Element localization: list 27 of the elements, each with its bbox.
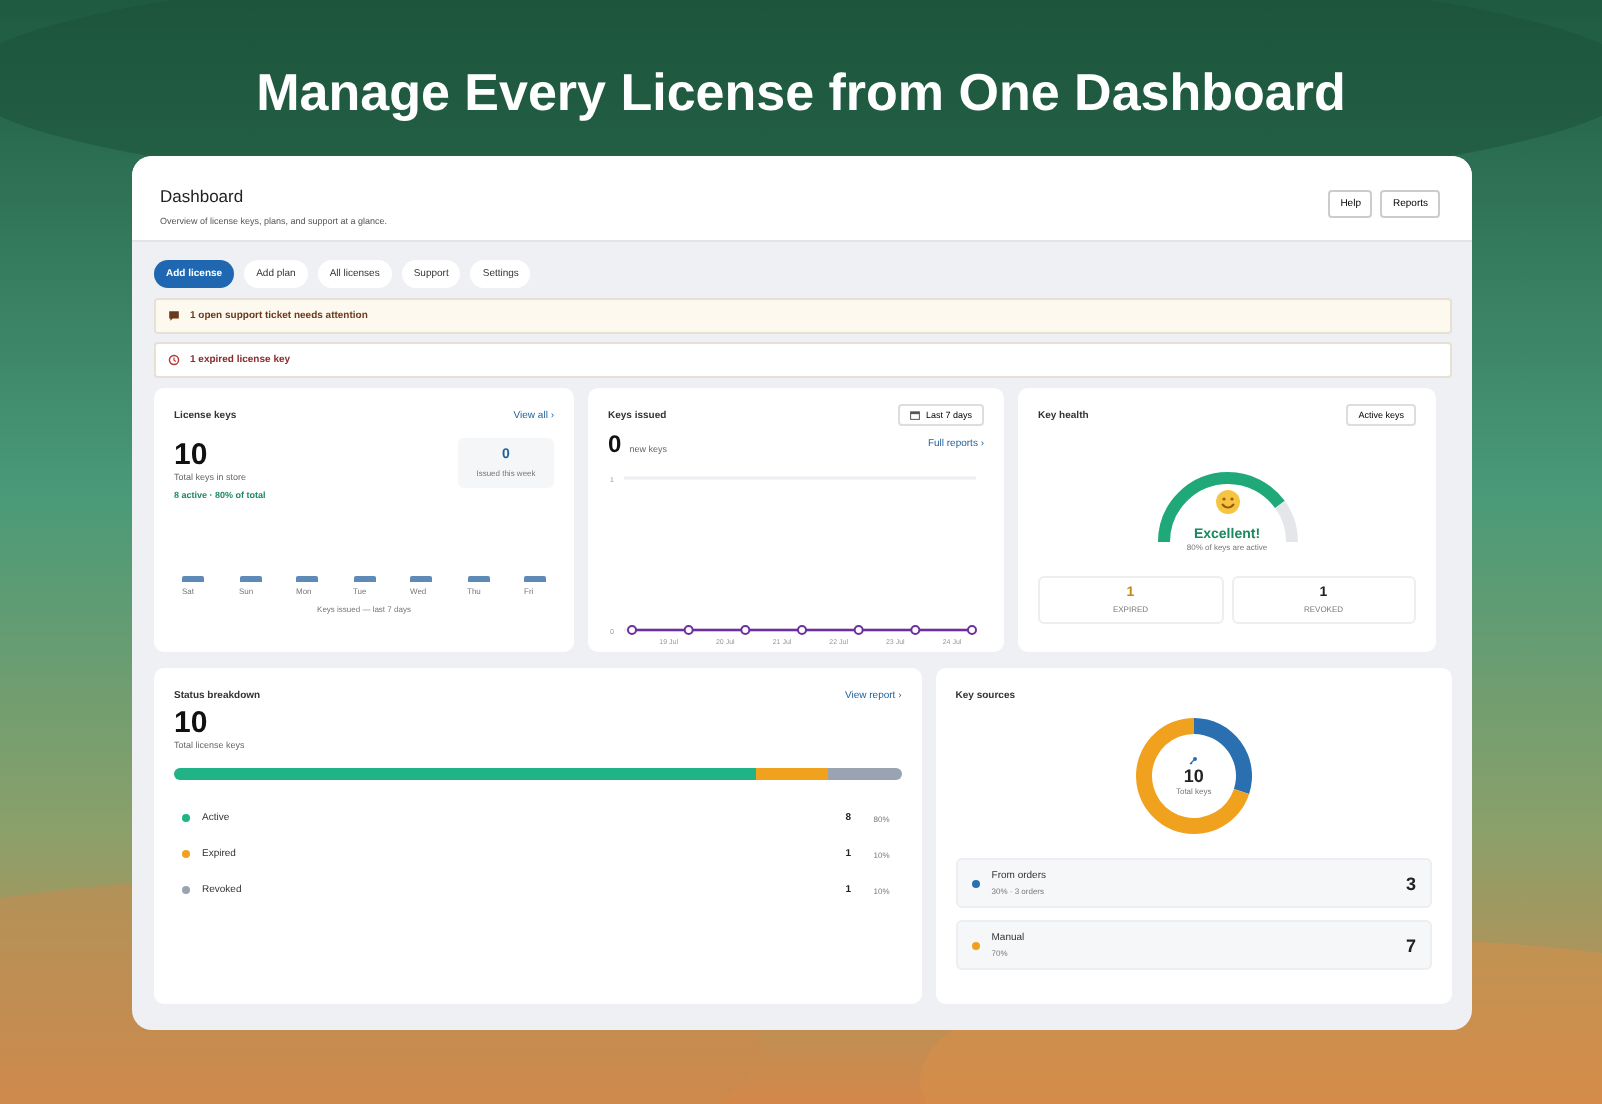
day-bar: [182, 576, 204, 582]
new-keys-count: 0: [608, 430, 622, 458]
data-point: [967, 625, 977, 635]
headline: Manage Every License from One Dashboard: [256, 60, 1346, 124]
donut-total: 10: [1183, 766, 1204, 786]
source-count: 7: [1405, 935, 1416, 955]
data-point: [853, 625, 864, 635]
data-point: [910, 625, 921, 635]
data-point: [797, 625, 807, 635]
source-count: 3: [1405, 873, 1416, 893]
data-point: [683, 625, 694, 635]
data-point: [627, 625, 637, 635]
total-count: 10: [174, 706, 210, 740]
day-bar: [353, 576, 375, 582]
day-bar: [239, 576, 261, 582]
smiley-icon: [1215, 490, 1239, 514]
clock-icon: [168, 354, 180, 366]
data-point: [740, 625, 751, 635]
calendar-icon: [909, 410, 920, 420]
total-count: 10: [174, 438, 210, 472]
page-title: Dashboard: [160, 186, 246, 206]
day-bar: [467, 576, 489, 582]
key-icon: [1188, 756, 1199, 766]
day-bar: [524, 576, 546, 582]
chat-icon: [168, 310, 180, 322]
day-bar: [410, 576, 432, 582]
day-bar: [296, 576, 318, 582]
